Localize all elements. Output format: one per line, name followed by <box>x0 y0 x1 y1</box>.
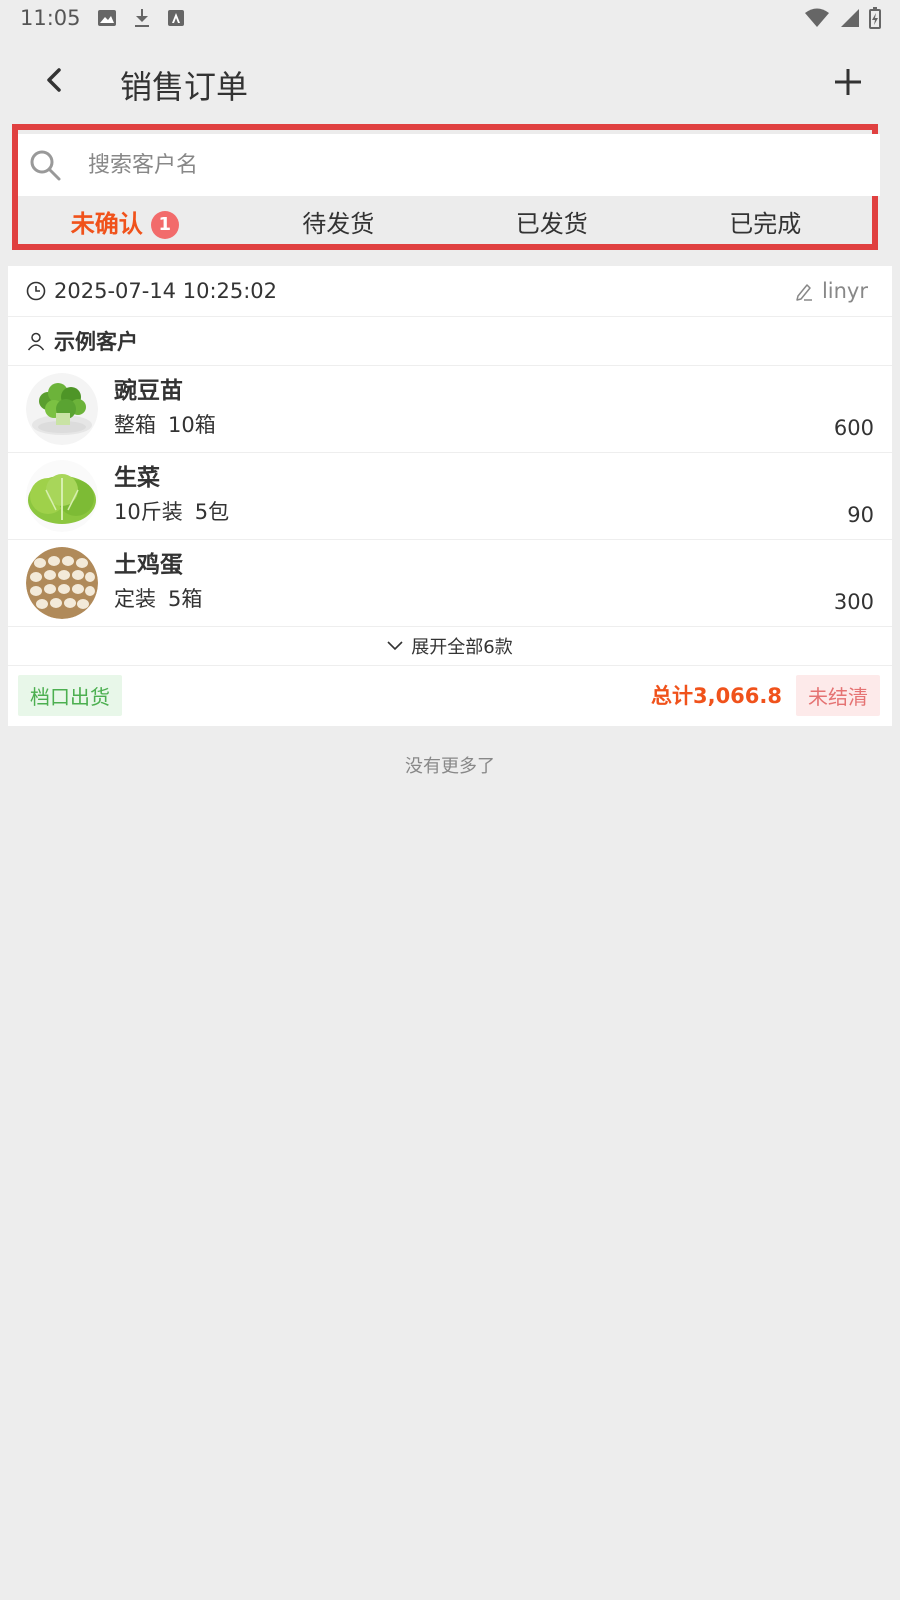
edit-icon <box>796 284 812 301</box>
order-summary: 总计3,066.8 未结清 <box>650 674 880 716</box>
user-icon <box>27 332 45 351</box>
product-spec: 整箱 10箱 <box>114 407 874 443</box>
payment-status-badge: 未结清 <box>796 674 880 716</box>
tab-shipped[interactable]: 已发货 <box>445 204 659 239</box>
order-card[interactable]: 2025-07-14 10:25:02 linyr 示例客户 豌豆苗 整箱 10… <box>8 266 892 726</box>
product-quantity: 10箱 <box>168 413 216 437</box>
search-input[interactable] <box>86 151 790 179</box>
tab-label: 已完成 <box>729 209 802 238</box>
delivery-method-tag: 档口出货 <box>18 674 122 716</box>
order-total: 总计3,066.8 <box>650 684 782 708</box>
chevron-left-icon <box>47 68 61 92</box>
image-icon <box>97 10 116 26</box>
app-bar: 销售订单 <box>0 36 900 132</box>
clock-icon <box>26 281 46 301</box>
product-package: 10斤装 <box>114 500 183 524</box>
expand-all-items-button[interactable]: 展开全部6款 <box>8 627 892 666</box>
product-amount: 90 <box>847 503 874 527</box>
order-status-tabs: 未确认 1 待发货 已发货 已完成 <box>18 196 872 246</box>
page-title: 销售订单 <box>120 68 249 106</box>
status-bar: 11:05 <box>0 0 900 36</box>
product-spec: 定装 5箱 <box>114 581 874 617</box>
product-package: 定装 <box>114 587 156 611</box>
search-and-tabs-panel: 未确认1 待发货 已发货 已完成 <box>12 124 880 250</box>
tab-pending-shipment[interactable]: 待发货 <box>232 204 446 239</box>
product-spec: 10斤装 5包 <box>114 494 874 530</box>
product-quantity: 5包 <box>194 500 230 524</box>
product-info: 土鸡蛋 定装 5箱 <box>114 549 874 617</box>
lettuce-image <box>26 460 98 532</box>
status-time: 11:05 <box>20 6 81 30</box>
chevron-down-icon <box>387 641 403 651</box>
product-name: 土鸡蛋 <box>114 552 183 578</box>
tab-label: 未确认 <box>70 209 143 238</box>
tab-label: 待发货 <box>302 209 375 238</box>
product-info: 豌豆苗 整箱 10箱 <box>114 375 874 443</box>
order-time: 2025-07-14 10:25:02 <box>26 279 277 303</box>
add-order-button[interactable] <box>826 60 870 104</box>
product-amount: 300 <box>833 590 874 614</box>
order-footer: 档口出货 总计3,066.8 未结清 <box>8 666 892 724</box>
product-name: 豌豆苗 <box>114 378 183 404</box>
unconfirmed-count-badge: 1 <box>150 210 179 239</box>
back-button[interactable] <box>36 62 72 98</box>
order-editor: linyr <box>794 279 868 303</box>
product-name: 生菜 <box>114 465 160 491</box>
product-amount: 600 <box>833 416 874 440</box>
product-package: 整箱 <box>114 413 156 437</box>
editor-name: linyr <box>821 279 868 303</box>
product-info: 生菜 10斤装 5包 <box>114 462 874 530</box>
product-row: 豌豆苗 整箱 10箱 600 <box>8 366 892 453</box>
order-datetime: 2025-07-14 10:25:02 <box>54 279 278 303</box>
tab-unconfirmed[interactable]: 未确认 1 <box>18 204 232 239</box>
battery-icon <box>869 7 881 29</box>
eggs-image <box>26 547 98 619</box>
search-bar <box>18 134 880 196</box>
order-header: 2025-07-14 10:25:02 linyr <box>8 266 892 317</box>
plus-icon <box>835 69 861 95</box>
tab-label: 已发货 <box>515 209 588 238</box>
font-icon <box>167 10 184 26</box>
download-icon <box>134 9 149 27</box>
product-row: 土鸡蛋 定装 5箱 300 <box>8 540 892 627</box>
product-row: 生菜 10斤装 5包 90 <box>8 453 892 540</box>
wifi-icon <box>805 8 829 27</box>
customer-row: 示例客户 <box>8 317 892 366</box>
product-quantity: 5箱 <box>168 587 203 611</box>
pea-shoots-image <box>26 373 98 445</box>
no-more-text: 没有更多了 <box>405 756 495 777</box>
customer-name: 示例客户 <box>54 330 138 354</box>
expand-label: 展开全部6款 <box>411 637 513 658</box>
tab-completed[interactable]: 已完成 <box>659 204 873 239</box>
signal-icon <box>841 9 859 27</box>
search-icon <box>30 150 61 181</box>
